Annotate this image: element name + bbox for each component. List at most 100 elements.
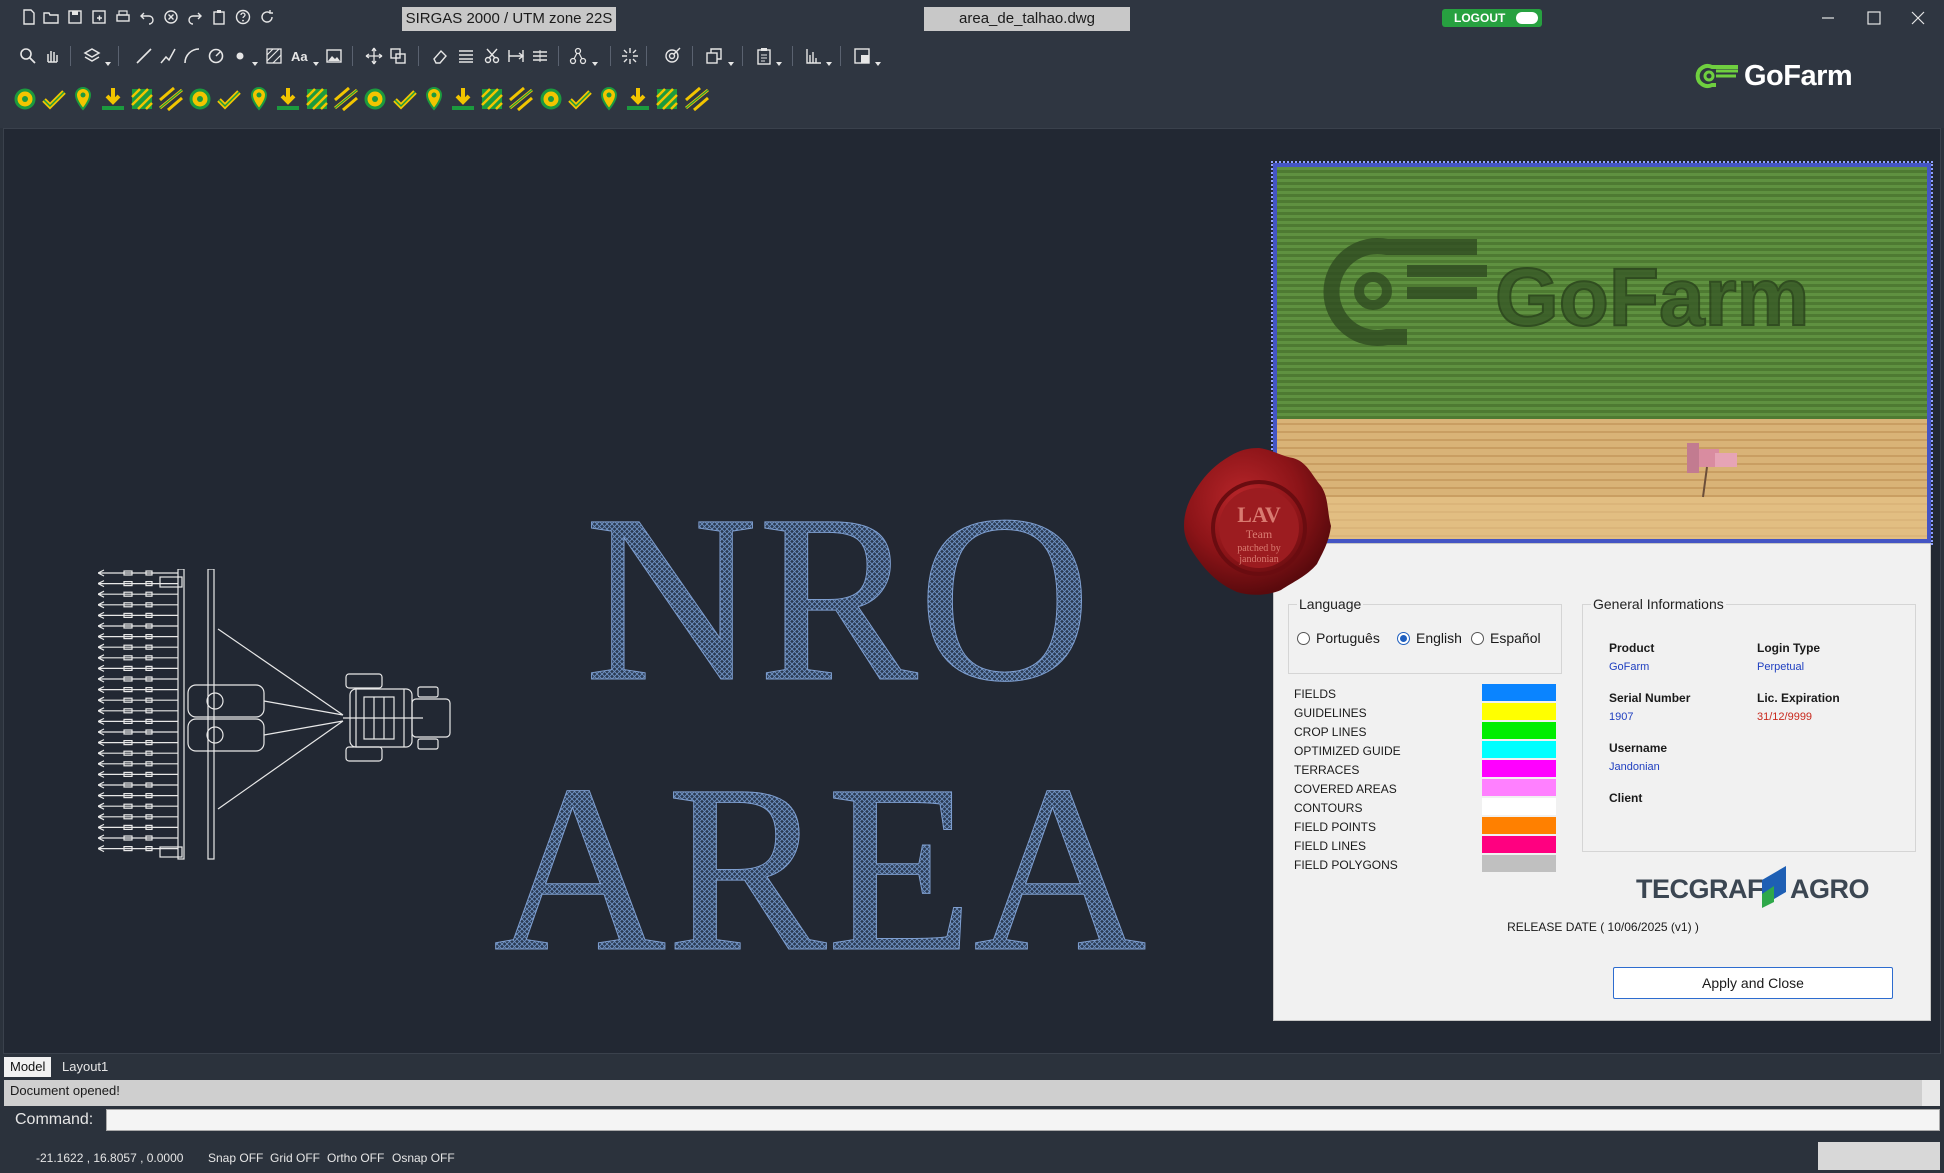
cancel-icon[interactable] — [162, 8, 180, 26]
tab-layout1[interactable]: Layout1 — [56, 1057, 114, 1077]
layer-color-swatch[interactable] — [1482, 779, 1556, 796]
grid-toggle[interactable]: Grid OFF — [270, 1151, 320, 1165]
radio-unchecked-icon — [1297, 632, 1310, 645]
tag-icon[interactable] — [652, 84, 682, 114]
settings-icon[interactable] — [10, 84, 40, 114]
contour-icon[interactable] — [302, 84, 332, 114]
zoom-icon[interactable] — [18, 46, 38, 66]
erase-icon[interactable] — [430, 46, 450, 66]
download-icon[interactable] — [98, 84, 128, 114]
chevron-down-icon[interactable] — [105, 54, 111, 66]
logout-button[interactable]: LOGOUT — [1442, 9, 1542, 27]
snap-toggle[interactable]: Snap OFF — [208, 1151, 263, 1165]
layer-color-swatch[interactable] — [1482, 817, 1556, 834]
check-icon[interactable] — [39, 84, 69, 114]
network-icon[interactable] — [568, 46, 588, 66]
delete-icon[interactable] — [536, 84, 566, 114]
map-area-icon[interactable] — [185, 84, 215, 114]
crop-lines-icon[interactable] — [477, 84, 507, 114]
explode-icon[interactable] — [620, 46, 640, 66]
layout-icon[interactable] — [852, 46, 872, 66]
radio-portuguese[interactable]: Português — [1297, 629, 1380, 647]
measure-icon[interactable] — [804, 46, 824, 66]
ortho-toggle[interactable]: Ortho OFF — [327, 1151, 384, 1165]
new-file-icon[interactable] — [20, 8, 38, 26]
layer-color-swatch[interactable] — [1482, 684, 1556, 701]
layer-color-swatch[interactable] — [1482, 722, 1556, 739]
save-icon[interactable] — [66, 8, 84, 26]
command-input[interactable] — [106, 1109, 1940, 1131]
text-style-icon[interactable]: Aa — [290, 46, 310, 66]
layer-color-swatch[interactable] — [1482, 760, 1556, 777]
location-pin-icon[interactable] — [68, 84, 98, 114]
tab-model[interactable]: Model — [4, 1057, 52, 1077]
brush-icon[interactable] — [390, 84, 420, 114]
image-icon[interactable] — [324, 46, 344, 66]
open-file-icon[interactable] — [42, 8, 60, 26]
chevron-down-icon[interactable] — [826, 54, 832, 66]
recycle-icon[interactable] — [360, 84, 390, 114]
arc-icon[interactable] — [182, 46, 202, 66]
line-icon[interactable] — [134, 46, 154, 66]
layer-color-swatch[interactable] — [1482, 741, 1556, 758]
save-as-icon[interactable] — [90, 8, 108, 26]
hatch-field-icon[interactable] — [127, 84, 157, 114]
chevron-down-icon[interactable] — [776, 54, 782, 66]
chevron-down-icon[interactable] — [592, 54, 598, 66]
product-value: GoFarm — [1609, 661, 1650, 673]
guidelines-icon[interactable] — [419, 84, 449, 114]
pan-icon[interactable] — [42, 46, 62, 66]
layer-name: FIELDS — [1294, 687, 1337, 701]
print-icon[interactable] — [114, 8, 132, 26]
paste-icon[interactable] — [754, 46, 774, 66]
field-cut-icon[interactable] — [331, 84, 361, 114]
layer-color-swatch[interactable] — [1482, 798, 1556, 815]
osnap-toggle[interactable]: Osnap OFF — [392, 1151, 455, 1165]
apply-and-close-button[interactable]: Apply and Close — [1613, 967, 1893, 999]
minimize-button[interactable] — [1808, 4, 1848, 32]
command-history-scrollbar[interactable] — [1922, 1080, 1940, 1106]
layer-color-swatch[interactable] — [1482, 703, 1556, 720]
trim-icon[interactable] — [482, 46, 502, 66]
sequence-number-icon[interactable] — [448, 84, 478, 114]
rows-icon[interactable] — [244, 84, 274, 114]
chevron-down-icon[interactable] — [313, 54, 319, 66]
globe-icon[interactable] — [623, 84, 653, 114]
grid-lines-icon[interactable] — [565, 84, 595, 114]
snap-icon[interactable] — [662, 46, 682, 66]
chevron-down-icon[interactable] — [728, 54, 734, 66]
upload-icon[interactable] — [682, 84, 712, 114]
layers-icon[interactable] — [82, 46, 102, 66]
parallel-lines-icon[interactable] — [506, 84, 536, 114]
lineweight-icon[interactable] — [456, 46, 476, 66]
toolbar-separator — [70, 46, 71, 66]
block-icon[interactable] — [704, 46, 724, 66]
terrace-icon[interactable] — [273, 84, 303, 114]
polyline-icon[interactable] — [158, 46, 178, 66]
select-area-icon[interactable] — [214, 84, 244, 114]
maximize-button[interactable] — [1854, 4, 1894, 32]
move-icon[interactable] — [364, 46, 384, 66]
clipboard-icon[interactable] — [210, 8, 228, 26]
offset-icon[interactable] — [530, 46, 550, 66]
chart-icon[interactable] — [594, 84, 624, 114]
redo-icon[interactable] — [186, 8, 204, 26]
close-button[interactable] — [1898, 4, 1938, 32]
layer-color-swatch[interactable] — [1482, 855, 1556, 872]
chevron-down-icon[interactable] — [252, 54, 258, 66]
hatch-icon[interactable] — [264, 46, 284, 66]
undo-icon[interactable] — [138, 8, 156, 26]
document-name-label: area_de_talhao.dwg — [924, 7, 1130, 31]
circle-icon[interactable] — [206, 46, 226, 66]
copy-icon[interactable] — [388, 46, 408, 66]
help-icon[interactable] — [234, 8, 252, 26]
point-icon[interactable] — [230, 46, 250, 66]
extend-icon[interactable] — [506, 46, 526, 66]
layer-color-swatch[interactable] — [1482, 836, 1556, 853]
radio-english[interactable]: English — [1397, 629, 1462, 647]
refresh-icon[interactable] — [258, 8, 276, 26]
serial-number-value: 1907 — [1609, 711, 1634, 723]
radio-espanol[interactable]: Español — [1471, 629, 1541, 647]
scatter-icon[interactable] — [156, 84, 186, 114]
chevron-down-icon[interactable] — [875, 54, 881, 66]
